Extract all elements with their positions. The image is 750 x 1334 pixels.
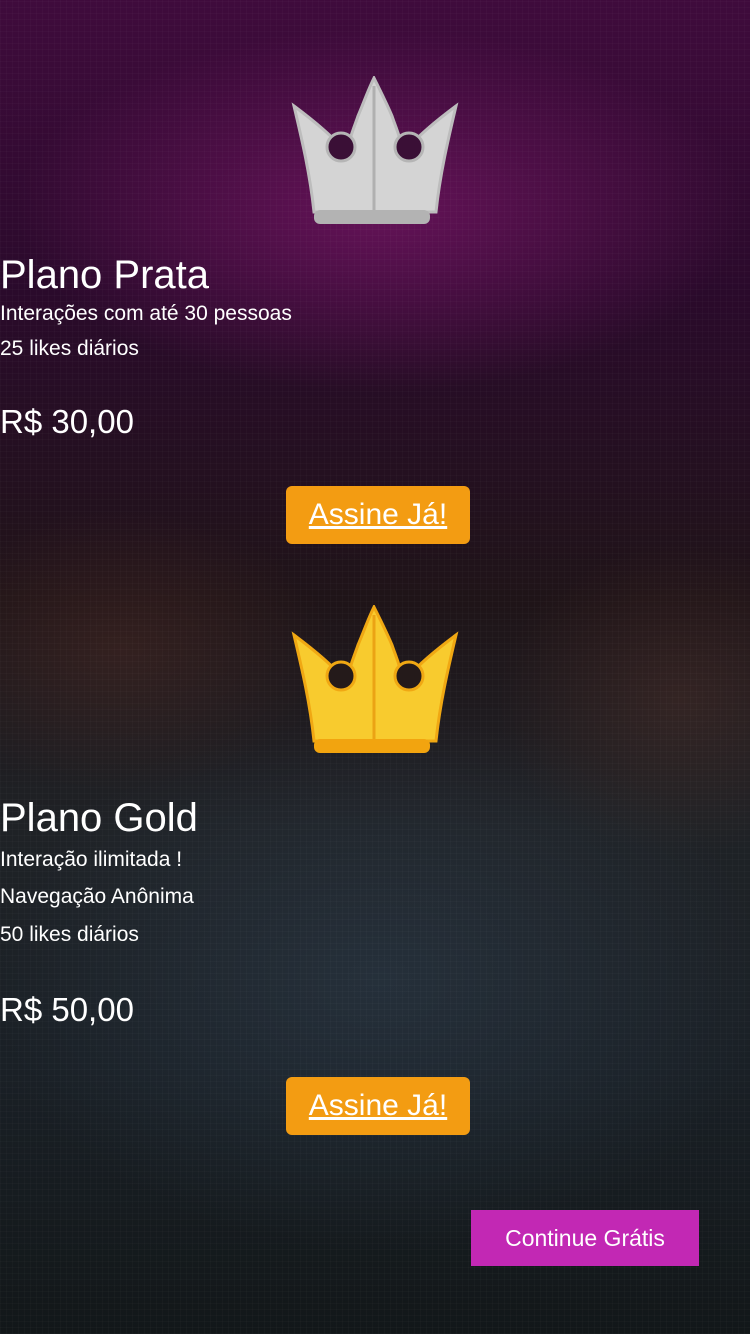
plan-feature: Navegação Anônima [0, 885, 194, 908]
plan-title: Plano Gold [0, 796, 198, 840]
plan-price: R$ 50,00 [0, 991, 134, 1028]
plan-feature: Interações com até 30 pessoas [0, 302, 292, 325]
plan-title: Plano Prata [0, 253, 210, 297]
silver-crown-icon [291, 76, 459, 224]
plan-price: R$ 30,00 [0, 403, 134, 440]
subscribe-button-label: Assine Já! [308, 1089, 448, 1122]
subscribe-button[interactable]: Assine Já! [286, 1077, 470, 1135]
subscribe-button[interactable]: Assine Já! [286, 486, 470, 544]
plan-feature: 50 likes diários [0, 923, 139, 946]
plan-feature: 25 likes diários [0, 337, 139, 360]
plan-feature: Interação ilimitada ! [0, 848, 183, 871]
subscribe-button-label: Assine Já! [308, 498, 448, 531]
gold-crown-icon [291, 605, 459, 753]
continue-free-button[interactable]: Continue Grátis [471, 1210, 699, 1266]
